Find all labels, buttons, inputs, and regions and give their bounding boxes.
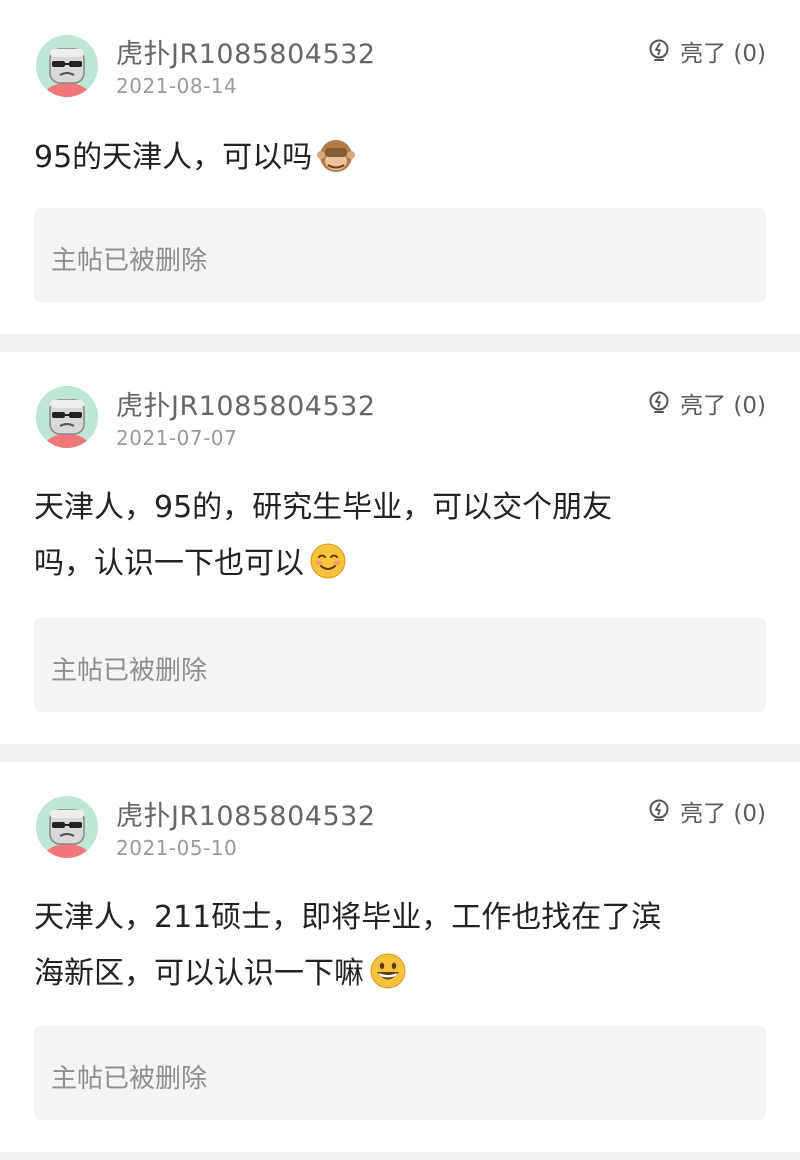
deleted-post-label: 主帖已被删除 [51,1064,208,1094]
username[interactable]: 虎扑JR1085804532 [116,794,376,833]
deleted-post-box[interactable]: 主帖已被删除 [34,208,766,302]
avatar[interactable] [36,35,98,97]
comment-text: 天津人，95的，研究生毕业，可以交个朋友 吗，认识一下也可以 [34,480,744,592]
light-count: 亮了 (0) [680,41,766,67]
post-date: 2021-08-14 [116,74,238,98]
lightbulb-icon [649,799,669,821]
deleted-post-box[interactable]: 主帖已被删除 [34,618,766,712]
comment-text: 95的天津人，可以吗 [34,130,744,186]
see-no-evil-monkey-icon [317,139,356,172]
comment-card: 虎扑JR1085804532 2021-05-10 亮了 (0) 天津人，211… [0,762,800,1152]
light-count: 亮了 (0) [680,393,766,419]
comment-card: 虎扑JR1085804532 2021-08-14 亮了 (0) 95的天津人，… [0,0,800,334]
comment-line: 95的天津人，可以吗 [34,140,313,175]
lightbulb-icon [649,391,669,413]
comment-line: 天津人，95的，研究生毕业，可以交个朋友 [34,490,613,525]
comment-line: 吗，认识一下也可以 [34,546,304,581]
deleted-post-box[interactable]: 主帖已被删除 [34,1026,766,1120]
post-date: 2021-07-07 [116,426,238,450]
comment-line: 天津人，211硕士，即将毕业，工作也找在了滨 [34,900,662,935]
light-button[interactable]: 亮了 (0) [646,388,766,419]
light-button[interactable]: 亮了 (0) [646,796,766,827]
post-date: 2021-05-10 [116,836,238,860]
light-count: 亮了 (0) [680,801,766,827]
smiling-face-icon [310,543,346,578]
deleted-post-label: 主帖已被删除 [51,656,208,686]
avatar[interactable] [36,386,98,448]
username[interactable]: 虎扑JR1085804532 [116,384,376,423]
deleted-post-label: 主帖已被删除 [51,246,208,276]
username[interactable]: 虎扑JR1085804532 [116,32,376,71]
lightbulb-icon [649,39,669,61]
comment-text: 天津人，211硕士，即将毕业，工作也找在了滨 海新区，可以认识一下嘛 [34,890,744,1002]
grinning-face-icon [370,953,406,988]
comment-card: 虎扑JR1085804532 2021-07-07 亮了 (0) 天津人，95的… [0,352,800,744]
comment-line: 海新区，可以认识一下嘛 [34,956,364,991]
avatar[interactable] [36,796,98,858]
light-button[interactable]: 亮了 (0) [646,36,766,67]
